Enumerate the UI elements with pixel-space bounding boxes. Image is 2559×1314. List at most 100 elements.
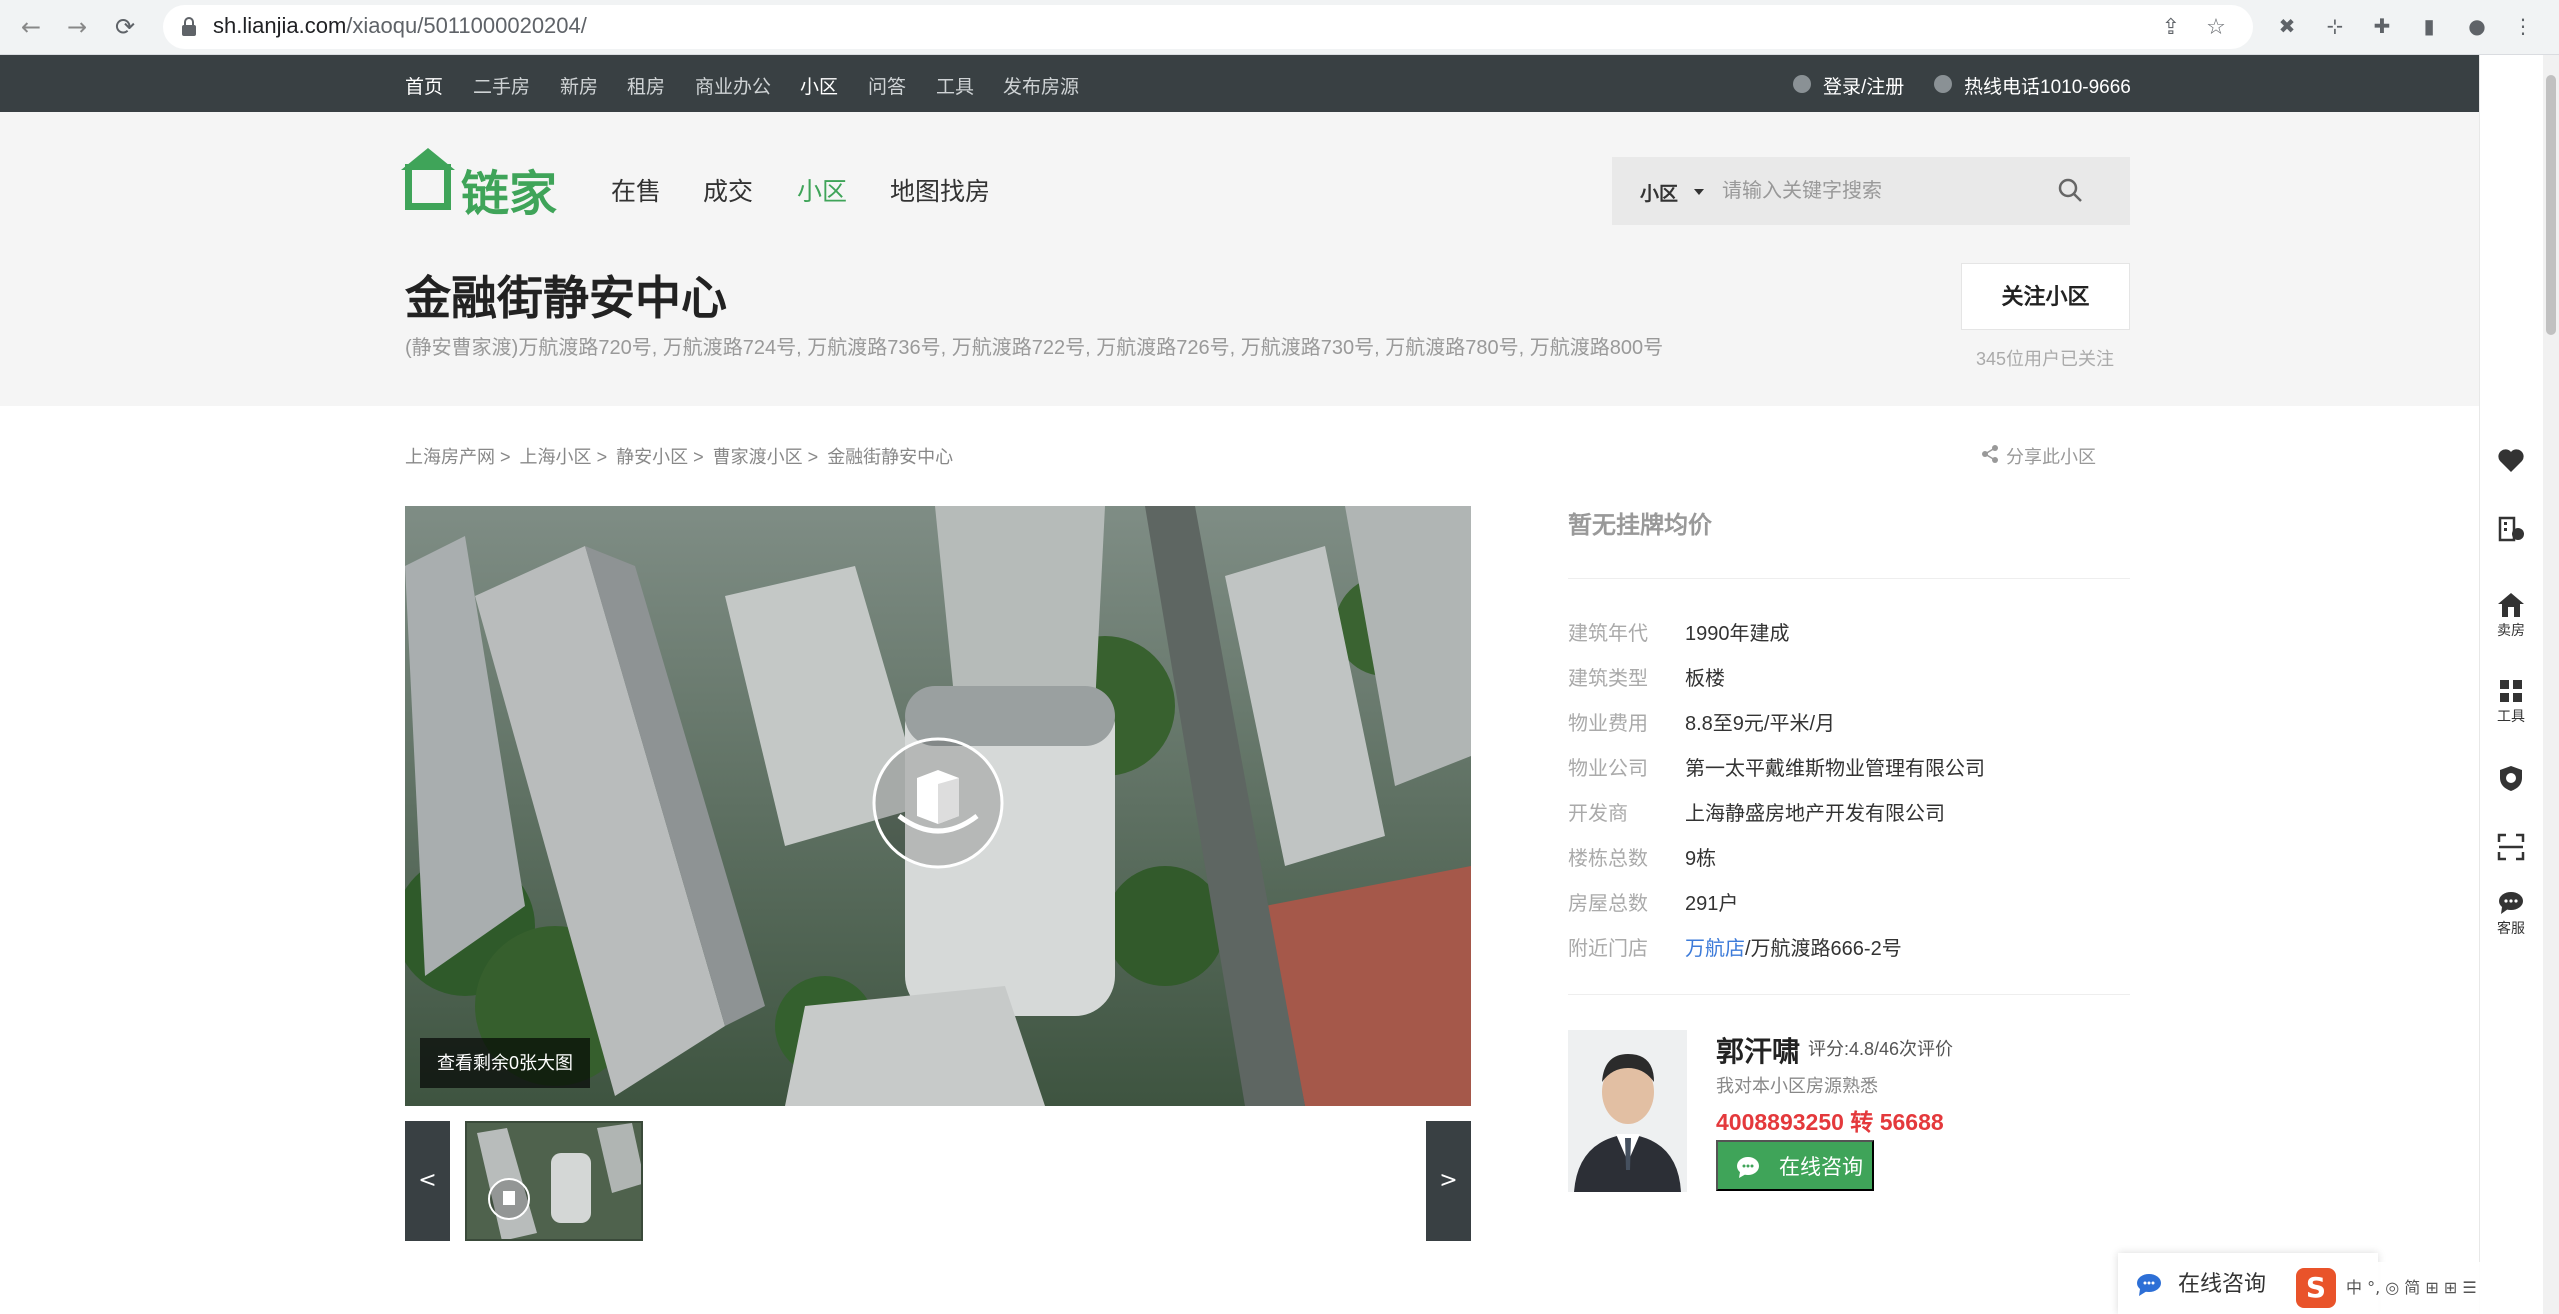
nav-sold[interactable]: 成交	[703, 172, 753, 208]
sidebar-service-label: 客服	[2497, 920, 2525, 936]
sidebar-tools-label: 工具	[2497, 708, 2525, 724]
sidebar-guarantee[interactable]	[2479, 763, 2543, 793]
nav-map-search[interactable]: 地图找房	[890, 172, 990, 208]
sogou-ime-icon: S	[2296, 1268, 2336, 1308]
browser-menu-icon[interactable]: ⋮	[2510, 13, 2536, 39]
search-icon[interactable]	[2057, 177, 2083, 203]
breadcrumb: 上海房产网 > 上海小区 > 静安小区 > 曹家渡小区 > 金融街静安中心	[405, 443, 953, 469]
hotline-text: 热线电话1010-9666	[1964, 77, 2131, 98]
extension-x-icon[interactable]: ✖	[2274, 13, 2300, 39]
info-label: 开发商	[1568, 803, 1628, 825]
online-consult-button[interactable]: 在线咨询	[1716, 1140, 1874, 1191]
sidebar-sell[interactable]: 卖房	[2479, 590, 2543, 640]
phone-icon	[1934, 75, 1952, 93]
breadcrumb-item[interactable]: 曹家渡小区	[713, 447, 803, 467]
breadcrumb-sep: >	[596, 447, 608, 467]
extension-crop-icon[interactable]: ⊹	[2322, 13, 2348, 39]
search-box: 小区	[1612, 157, 2130, 225]
divider	[1568, 994, 2130, 995]
breadcrumb-item[interactable]: 上海小区	[520, 447, 592, 467]
breadcrumb-item[interactable]: 静安小区	[616, 447, 688, 467]
topnav-qa[interactable]: 问答	[868, 72, 906, 99]
building-compare-icon	[2498, 516, 2524, 542]
average-price: 暂无挂牌均价	[1568, 512, 1712, 539]
divider	[1568, 578, 2130, 579]
sidebar-scan[interactable]	[2479, 832, 2543, 862]
sidebar-favorites[interactable]	[2479, 445, 2543, 475]
gallery-thumbnail[interactable]	[465, 1121, 643, 1241]
extensions-puzzle-icon[interactable]: ✚	[2369, 13, 2395, 39]
address-bar[interactable]: sh.lianjia.com/xiaoqu/5011000020204/ ⇪ ☆	[163, 5, 2253, 49]
gallery-prev-button[interactable]: <	[405, 1121, 450, 1241]
topnav-publish[interactable]: 发布房源	[1003, 72, 1079, 99]
main-photo[interactable]: 查看剩余0张大图	[405, 506, 1471, 1106]
info-label: 建筑年代	[1568, 623, 1648, 645]
sidebar-service[interactable]: 客服	[2479, 888, 2543, 938]
scan-icon	[2497, 833, 2525, 861]
info-value: 板楼	[1685, 668, 1725, 690]
topnav-home[interactable]: 首页	[405, 72, 443, 99]
consult-label: 在线咨询	[1779, 1156, 1863, 1179]
lock-icon	[182, 17, 196, 36]
profile-avatar-icon[interactable]: ●	[2464, 13, 2490, 39]
thumbnail-image	[467, 1123, 641, 1239]
search-input[interactable]	[1722, 171, 2042, 211]
gallery-next-button[interactable]: >	[1426, 1121, 1471, 1241]
topnav-tools[interactable]: 工具	[936, 72, 974, 99]
info-label: 建筑类型	[1568, 668, 1648, 690]
agent-description: 我对本小区房源熟悉	[1716, 1076, 1878, 1096]
topnav-rent[interactable]: 租房	[627, 72, 665, 99]
topnav-new-house[interactable]: 新房	[560, 72, 598, 99]
topnav-commercial[interactable]: 商业办公	[695, 72, 771, 99]
breadcrumb-sep: >	[807, 447, 819, 467]
topnav-xiaoqu[interactable]: 小区	[800, 72, 838, 99]
search-category-select[interactable]: 小区	[1640, 179, 1678, 206]
chat-icon	[2137, 1274, 2161, 1296]
login-register-link[interactable]: 登录/注册	[1823, 72, 1904, 99]
caret-down-icon[interactable]	[1694, 189, 1704, 195]
heart-icon	[2498, 449, 2524, 472]
site-top-nav: 首页 二手房 新房 租房 商业办公 小区 问答 工具 发布房源 登录/注册 热线…	[0, 55, 2479, 112]
info-label: 楼栋总数	[1568, 848, 1648, 870]
breadcrumb-item[interactable]: 金融街静安中心	[827, 447, 953, 467]
input-method-toolbar[interactable]: S 中 °, ◎ 简 ⊞ ⊞ ☰	[2290, 1262, 2500, 1314]
community-title: 金融街静安中心	[405, 272, 727, 324]
tools-grid-icon	[2500, 680, 2522, 702]
info-value: 8.8至9元/平米/月	[1685, 713, 1836, 735]
page-root: ← → ⟳ sh.lianjia.com/xiaoqu/501100002020…	[0, 0, 2559, 1314]
scrollbar-thumb[interactable]	[2546, 75, 2556, 335]
info-label: 附近门店	[1568, 938, 1648, 960]
customer-service-icon	[2499, 892, 2523, 914]
sidebar-compare[interactable]	[2479, 512, 2543, 542]
nav-on-sale[interactable]: 在售	[611, 172, 661, 208]
nearby-store-link[interactable]: 万航店	[1685, 938, 1745, 960]
agent-avatar[interactable]	[1568, 1030, 1687, 1192]
community-address: (静安曹家渡)万航渡路720号, 万航渡路724号, 万航渡路736号, 万航渡…	[405, 337, 1664, 359]
follow-count: 345位用户已关注	[1976, 349, 2115, 369]
vr-360-icon[interactable]	[871, 736, 1005, 870]
breadcrumb-sep: >	[500, 447, 511, 467]
breadcrumb-item[interactable]: 上海房产网	[405, 447, 495, 467]
follow-community-button[interactable]: 关注小区	[1961, 263, 2130, 330]
info-value-store: 万航店/万航渡路666-2号	[1685, 932, 1902, 961]
reload-icon[interactable]: ⟳	[110, 12, 140, 42]
nav-xiaoqu[interactable]: 小区	[797, 172, 847, 208]
info-value: 1990年建成	[1685, 623, 1790, 645]
agent-name[interactable]: 郭汗啸	[1716, 1030, 1800, 1070]
shield-icon	[2500, 766, 2522, 791]
user-icon	[1793, 75, 1811, 93]
side-panel-icon[interactable]: ▮	[2416, 13, 2442, 39]
bookmark-star-icon[interactable]: ☆	[2203, 15, 2229, 41]
share-link[interactable]: 分享此小区	[1982, 443, 2096, 469]
sidebar-tools[interactable]: 工具	[2479, 676, 2543, 726]
forward-icon[interactable]: →	[62, 12, 92, 42]
share-page-icon[interactable]: ⇪	[2158, 15, 2184, 41]
agent-portrait-image	[1568, 1030, 1687, 1192]
store-address: /万航渡路666-2号	[1745, 938, 1902, 960]
logo-house-icon	[405, 164, 451, 210]
back-icon[interactable]: ←	[16, 12, 46, 42]
logo-text: 链家	[461, 168, 558, 221]
view-more-photos-badge[interactable]: 查看剩余0张大图	[420, 1038, 590, 1088]
sidebar-sell-label: 卖房	[2497, 622, 2525, 638]
topnav-second-hand[interactable]: 二手房	[473, 72, 530, 99]
